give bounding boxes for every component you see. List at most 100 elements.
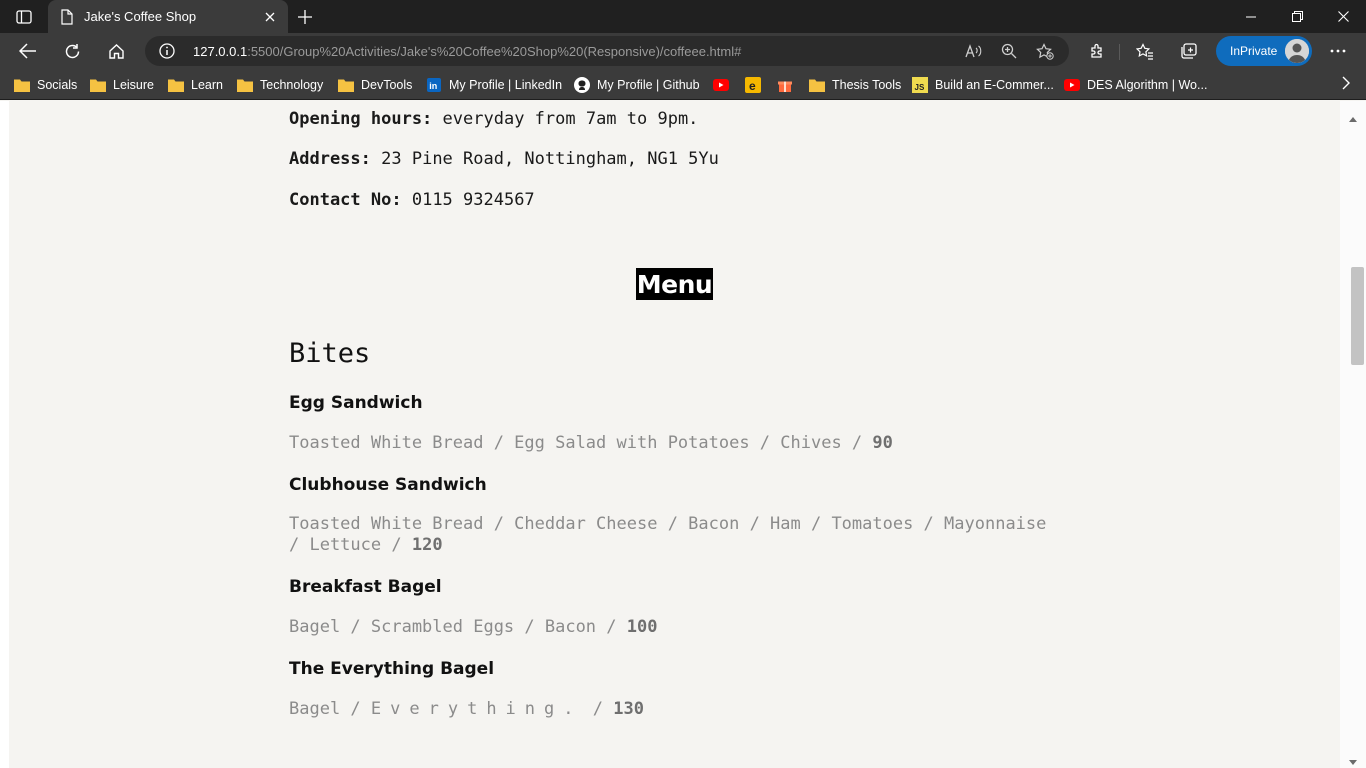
browser-tab[interactable]: Jake's Coffee Shop [48,0,288,33]
address-line: Address: 23 Pine Road, Nottingham, NG1 5… [289,149,719,169]
back-icon[interactable] [13,37,43,65]
menu-title: Menu [636,268,713,300]
scroll-up-icon[interactable] [1349,109,1357,127]
more-menu-icon[interactable] [1323,37,1353,65]
menu-item-name: Clubhouse Sandwich [289,475,487,495]
folder-icon [237,77,253,93]
bookmark-des-algorithm[interactable]: DES Algorithm | Wo... [1064,74,1207,95]
bookmark-label: Socials [37,77,78,92]
bookmark-label: Technology [260,77,324,92]
menu-item-description: Bagel / Everything. / 130 [289,699,1059,720]
e-icon: e [745,76,761,93]
scroll-down-icon[interactable] [1349,752,1357,768]
menu-item-name: Breakfast Bagel [289,577,442,597]
extensions-icon[interactable] [1082,37,1112,65]
bookmark-label: Learn [191,77,223,92]
bookmark-thesis-tools[interactable]: Thesis Tools [809,74,901,95]
bookmark-learn[interactable]: Learn [168,74,223,95]
description-text: Bagel / [289,699,361,719]
bookmark-label: Leisure [113,77,154,92]
home-icon[interactable] [101,37,131,65]
menu-item-price: 100 [626,617,658,637]
section-title-bites: Bites [289,338,371,369]
bookmark-label: Thesis Tools [832,77,902,92]
bookmark-youtube[interactable] [713,74,736,95]
bookmark-devtools[interactable]: DevTools [338,74,412,95]
refresh-icon[interactable] [57,37,87,65]
bookmark-leisure[interactable]: Leisure [90,74,154,95]
browser-toolbar: 127.0.0.1:5500/Group%20Activities/Jake's… [0,33,1366,69]
chevron-right-icon[interactable] [1342,76,1350,95]
svg-text:in: in [429,81,437,91]
opening-hours-line: Opening hours: everyday from 7am to 9pm. [289,109,698,129]
linkedin-icon: in [426,77,442,93]
url-path: :5500/Group%20Activities/Jake's%20Coffee… [247,44,742,59]
avatar [1285,39,1309,63]
bookmark-ecommerce[interactable]: JS Build an E-Commer... [912,74,1054,95]
contact-line: Contact No: 0115 9324567 [289,190,535,210]
opening-hours-value: everyday from 7am to 9pm. [442,109,699,129]
menu-item-price: 90 [872,433,893,453]
minimize-icon[interactable] [1228,0,1274,33]
url-host: 127.0.0.1 [193,44,248,59]
address-value: 23 Pine Road, Nottingham, NG1 5Yu [381,149,719,169]
read-aloud-icon[interactable] [961,39,987,63]
close-window-icon[interactable] [1320,0,1366,33]
bookmark-github[interactable]: My Profile | Github [574,74,700,95]
new-tab-icon[interactable] [294,6,316,28]
bookmark-label: DevTools [361,77,413,92]
info-icon[interactable] [159,43,175,59]
address-label: Address: [289,149,371,169]
collections-icon[interactable] [1174,37,1204,65]
youtube-icon [1064,77,1080,93]
menu-item-description: Toasted White Bread / Cheddar Cheese / B… [289,514,1059,556]
bookmark-gift[interactable] [777,74,800,95]
scroll-thumb[interactable] [1351,267,1364,365]
close-tab-icon[interactable] [260,7,280,27]
bookmark-technology[interactable]: Technology [237,74,323,95]
contact-value: 0115 9324567 [411,190,535,210]
svg-text:JS: JS [915,83,925,92]
address-bar[interactable]: 127.0.0.1:5500/Group%20Activities/Jake's… [145,36,1069,66]
bookmark-e[interactable]: e [745,74,768,95]
inprivate-button[interactable]: InPrivate [1216,36,1312,66]
vertical-scrollbar[interactable] [1340,101,1366,768]
bookmark-linkedin[interactable]: in My Profile | LinkedIn [426,74,562,95]
js-icon: JS [912,76,928,93]
add-favorite-icon[interactable] [1032,39,1058,63]
tab-title: Jake's Coffee Shop [84,9,197,24]
toolbar-divider [1119,44,1120,60]
restore-icon[interactable] [1274,0,1320,33]
bookmark-label: My Profile | LinkedIn [449,77,563,92]
inprivate-label: InPrivate [1230,44,1278,58]
menu-item-name: Egg Sandwich [289,393,423,413]
folder-icon [809,77,825,93]
gift-icon [777,77,793,93]
bookmarks-bar: Socials Leisure Learn Technology DevTool… [0,69,1366,100]
menu-item-name: The Everything Bagel [289,659,495,679]
description-text: / [592,699,603,719]
bookmark-label: Build an E-Commer... [935,77,1054,92]
description-text: Toasted White Bread / Egg Salad with Pot… [289,433,863,453]
bookmark-label: DES Algorithm | Wo... [1087,77,1208,92]
zoom-icon[interactable] [996,39,1022,63]
tab-actions-icon[interactable] [10,6,38,28]
description-spaced-text: Everything. [370,699,583,719]
url-text[interactable]: 127.0.0.1:5500/Group%20Activities/Jake's… [193,44,741,59]
github-icon [574,76,590,93]
favorites-icon[interactable] [1130,37,1160,65]
youtube-icon [713,77,729,93]
menu-item-description: Toasted White Bread / Egg Salad with Pot… [289,433,1059,454]
page-content: Opening hours: everyday from 7am to 9pm.… [0,101,1366,768]
description-text: Bagel / Scrambled Eggs / Bacon / [289,617,617,637]
opening-hours-label: Opening hours: [289,109,433,129]
contact-label: Contact No: [289,190,402,210]
menu-item-price: 120 [411,535,443,555]
bookmark-socials[interactable]: Socials [14,74,77,95]
page-edge [0,101,9,768]
tab-strip: Jake's Coffee Shop [0,0,1366,33]
description-text: Toasted White Bread / Cheddar Cheese / B… [289,514,1047,555]
svg-text:e: e [749,79,756,93]
menu-item-description: Bagel / Scrambled Eggs / Bacon / 100 [289,617,1059,638]
bookmark-label: My Profile | Github [597,77,700,92]
